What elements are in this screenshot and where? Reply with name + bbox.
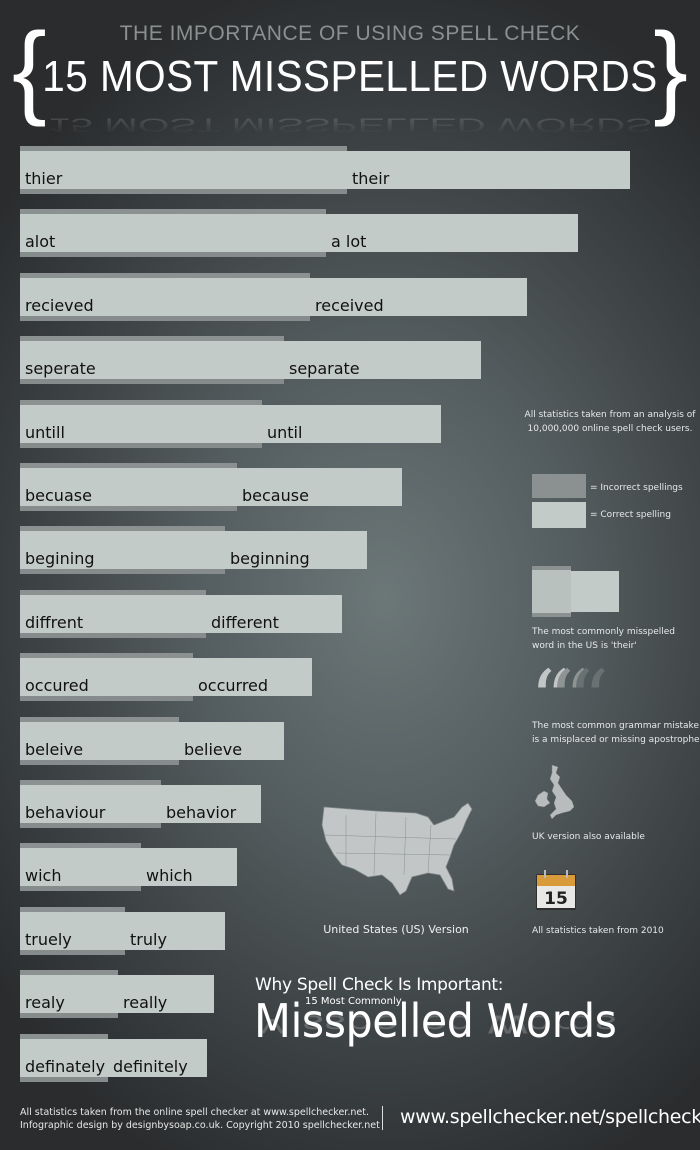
incorrect-word-label: recieved: [25, 296, 94, 315]
correct-word-label: their: [352, 169, 390, 188]
correct-bar: because: [237, 468, 402, 506]
correct-word-label: occurred: [198, 676, 269, 695]
incorrect-word-label: diffrent: [25, 613, 84, 632]
credits-line-1: All statistics taken from the online spe…: [20, 1107, 369, 1118]
incorrect-word-label: wich: [25, 866, 62, 885]
correct-bar: truly: [125, 912, 225, 950]
incorrect-bar: begining: [20, 526, 225, 574]
footer-url[interactable]: www.spellchecker.net/spellcheck: [400, 1106, 700, 1128]
legend-correct-swatch: [532, 502, 586, 528]
incorrect-bar: recieved: [20, 273, 310, 321]
correct-bar: which: [141, 848, 237, 886]
incorrect-word-label: behaviour: [25, 803, 106, 822]
incorrect-word-label: beleive: [25, 740, 84, 759]
correct-word-label: definitely: [113, 1057, 188, 1076]
incorrect-word-label: alot: [25, 232, 56, 251]
correct-word-label: really: [123, 993, 168, 1012]
header-title: 15 MOST MISSPELLED WORDS: [42, 52, 658, 101]
incorrect-word-label: seperate: [25, 359, 96, 378]
incorrect-bar: beleive: [20, 717, 179, 765]
legend-incorrect-swatch: [532, 474, 586, 498]
uk-note: UK version also available: [532, 832, 645, 842]
incorrect-bar: diffrent: [20, 590, 206, 638]
uk-map-icon: [534, 764, 575, 820]
mini-incorrect-bar: [532, 566, 571, 617]
incorrect-bar: wich: [20, 843, 141, 891]
correct-bar: a lot: [326, 214, 578, 252]
big-title-reflection: Misspelled Words: [254, 1009, 617, 1039]
incorrect-bar: behaviour: [20, 780, 161, 828]
correct-word-label: behavior: [166, 803, 237, 822]
incorrect-word-label: realy: [25, 993, 65, 1012]
correct-bar: beginning: [225, 531, 367, 569]
grammar-note: The most common grammar mistake is a mis…: [532, 721, 700, 745]
correct-bar: occurred: [193, 658, 312, 696]
incorrect-word-label: truely: [25, 930, 72, 949]
correct-word-label: a lot: [331, 232, 367, 251]
footer-credits: All statistics taken from the online spe…: [20, 1106, 380, 1132]
incorrect-bar: definately: [20, 1034, 108, 1082]
correct-bar: definitely: [108, 1039, 207, 1077]
incorrect-word-label: untill: [25, 423, 65, 442]
calendar-day: 15: [544, 889, 568, 909]
correct-word-label: because: [242, 486, 309, 505]
most-common-note: The most commonly misspelled word in the…: [532, 627, 675, 651]
calendar-note: All statistics taken from 2010: [532, 926, 664, 936]
correct-word-label: until: [267, 423, 303, 442]
why-title: Why Spell Check Is Important:: [255, 975, 504, 995]
incorrect-bar: seperate: [20, 336, 284, 384]
correct-word-label: believe: [184, 740, 243, 759]
correct-word-label: received: [315, 296, 384, 315]
correct-bar: their: [347, 151, 630, 189]
incorrect-word-label: thier: [25, 169, 63, 188]
stats-note: All statistics taken from an analysis of…: [524, 410, 696, 434]
credits-line-2: Infographic design by designbysoap.co.uk…: [20, 1120, 380, 1131]
incorrect-bar: becuase: [20, 463, 237, 511]
incorrect-word-label: definately: [25, 1057, 106, 1076]
legend-incorrect-label: = Incorrect spellings: [590, 483, 683, 493]
incorrect-bar: thier: [20, 146, 347, 194]
correct-bar: believe: [179, 722, 284, 760]
incorrect-bar: realy: [20, 970, 118, 1018]
legend-correct-label: = Correct spelling: [590, 510, 671, 520]
correct-word-label: which: [146, 866, 193, 885]
correct-bar: different: [206, 595, 342, 633]
footer-divider: [382, 1106, 383, 1130]
incorrect-word-label: occured: [25, 676, 89, 695]
correct-word-label: separate: [289, 359, 360, 378]
calendar-icon: 15: [536, 870, 576, 910]
correct-word-label: different: [211, 613, 279, 632]
us-map-icon: [321, 802, 473, 896]
incorrect-bar: alot: [20, 209, 326, 257]
incorrect-word-label: becuase: [25, 486, 92, 505]
incorrect-bar: occured: [20, 653, 193, 701]
why-subtitle: 15 Most Commonly: [305, 996, 402, 1007]
incorrect-bar: untill: [20, 400, 262, 448]
incorrect-bar: truely: [20, 907, 125, 955]
correct-bar: behavior: [161, 785, 261, 823]
header-subtitle: THE IMPORTANCE OF USING SPELL CHECK: [119, 22, 581, 45]
incorrect-word-label: begining: [25, 549, 95, 568]
mini-correct-bar: [571, 571, 619, 612]
header-title-reflection: 15 MOST MISSPELLED WORDS: [47, 114, 653, 137]
correct-bar: separate: [284, 341, 481, 379]
correct-word-label: beginning: [230, 549, 310, 568]
us-version-label: United States (US) Version: [323, 923, 469, 936]
correct-bar: until: [262, 405, 441, 443]
correct-bar: really: [118, 975, 214, 1013]
correct-word-label: truly: [130, 930, 167, 949]
correct-bar: received: [310, 278, 527, 316]
